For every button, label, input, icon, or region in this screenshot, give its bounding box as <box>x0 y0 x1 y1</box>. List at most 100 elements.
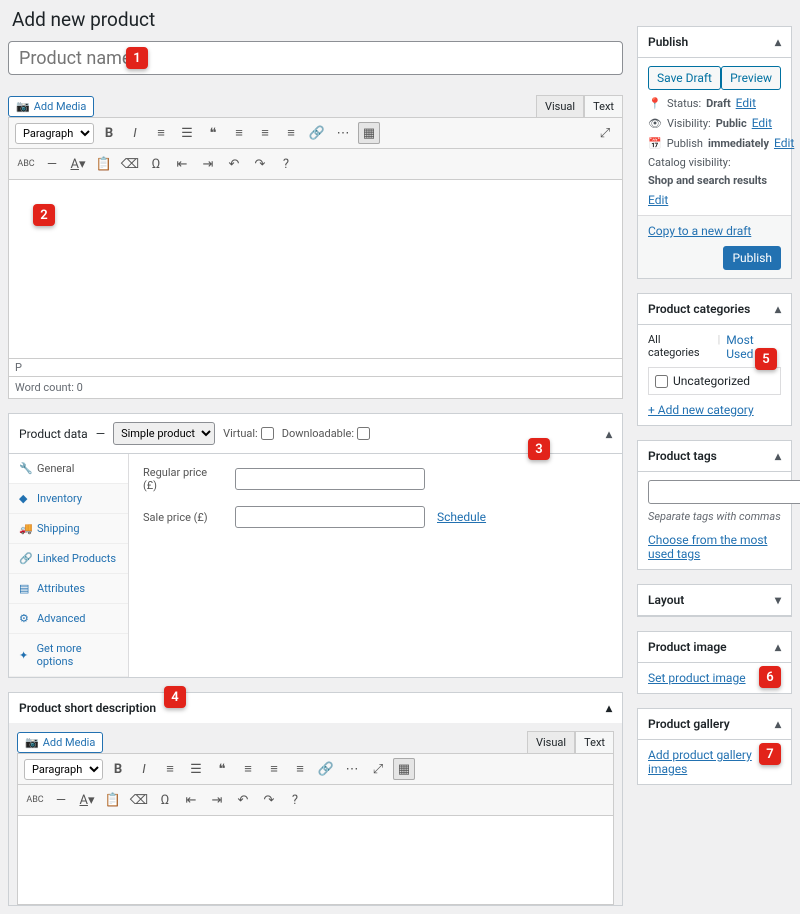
pdata-tab-attributes[interactable]: ▤Attributes <box>9 574 128 604</box>
link-icon[interactable]: 🔗 <box>315 758 337 780</box>
indent-icon[interactable]: ⇥ <box>197 153 219 175</box>
gallery-header[interactable]: Product gallery▴ <box>638 709 791 740</box>
pdata-tab-shipping[interactable]: 🚚Shipping <box>9 514 128 544</box>
pdata-tab-general[interactable]: 🔧General <box>9 454 128 484</box>
fullscreen-icon[interactable]: ⤢ <box>367 758 389 780</box>
textcolor-icon[interactable]: A▾ <box>76 789 98 811</box>
tab-text[interactable]: Text <box>584 95 623 117</box>
redo-icon[interactable]: ↷ <box>258 789 280 811</box>
bullet-list-icon[interactable]: ≡ <box>159 758 181 780</box>
pdata-tab-advanced[interactable]: ⚙Advanced <box>9 604 128 634</box>
downloadable-checkbox[interactable]: Downloadable: <box>282 427 370 440</box>
redo-icon[interactable]: ↷ <box>249 153 271 175</box>
edit-status-link[interactable]: Edit <box>736 96 756 110</box>
copy-draft-link[interactable]: Copy to a new draft <box>648 224 751 238</box>
align-center-icon[interactable]: ≡ <box>263 758 285 780</box>
schedule-link[interactable]: Schedule <box>437 510 486 524</box>
clear-format-icon[interactable]: ⌫ <box>128 789 150 811</box>
undo-icon[interactable]: ↶ <box>223 153 245 175</box>
tag-input[interactable] <box>648 480 800 504</box>
regular-price-input[interactable] <box>235 468 425 490</box>
save-draft-button[interactable]: Save Draft <box>648 66 721 90</box>
edit-catalog-link[interactable]: Edit <box>648 193 668 207</box>
categories-header[interactable]: Product categories▴ <box>638 294 791 325</box>
add-media-button[interactable]: 📷 Add Media <box>8 96 94 117</box>
number-list-icon[interactable]: ☰ <box>185 758 207 780</box>
italic-icon[interactable]: I <box>133 758 155 780</box>
bold-icon[interactable]: B <box>107 758 129 780</box>
number-list-icon[interactable]: ☰ <box>176 122 198 144</box>
cat-tab-all[interactable]: All categories <box>648 333 712 361</box>
help-icon[interactable]: ? <box>284 789 306 811</box>
virtual-checkbox[interactable]: Virtual: <box>223 427 274 440</box>
pdata-tab-linked[interactable]: 🔗Linked Products <box>9 544 128 574</box>
bullet-list-icon[interactable]: ≡ <box>150 122 172 144</box>
product-type-select[interactable]: Simple product <box>113 422 215 445</box>
product-image-header[interactable]: Product image▴ <box>638 632 791 663</box>
collapse-icon[interactable]: ▴ <box>775 302 781 316</box>
collapse-icon[interactable]: ▴ <box>606 427 612 441</box>
pdata-tab-inventory[interactable]: ◆Inventory <box>9 484 128 514</box>
preview-button[interactable]: Preview <box>721 66 781 90</box>
publish-button[interactable]: Publish <box>723 246 781 270</box>
paste-icon[interactable]: 📋 <box>102 789 124 811</box>
bold-icon[interactable]: B <box>98 122 120 144</box>
edit-visibility-link[interactable]: Edit <box>752 116 772 130</box>
short-desc-header[interactable]: Product short description ▴ <box>8 692 623 723</box>
align-left-icon[interactable]: ≡ <box>228 122 250 144</box>
toggle-toolbar-icon[interactable]: ▦ <box>358 122 380 144</box>
paste-icon[interactable]: 📋 <box>93 153 115 175</box>
align-center-icon[interactable]: ≡ <box>254 122 276 144</box>
collapse-icon[interactable]: ▴ <box>606 701 612 715</box>
strike-icon[interactable]: ABC <box>24 789 46 811</box>
strike-icon[interactable]: ABC <box>15 153 37 175</box>
special-char-icon[interactable]: Ω <box>154 789 176 811</box>
expand-icon[interactable]: ▾ <box>775 593 781 607</box>
tab-text-short[interactable]: Text <box>575 731 614 753</box>
set-product-image-link[interactable]: Set product image <box>648 671 746 685</box>
clear-format-icon[interactable]: ⌫ <box>119 153 141 175</box>
toggle-toolbar-icon[interactable]: ▦ <box>393 758 415 780</box>
add-gallery-images-link[interactable]: Add product gallery images <box>648 748 752 776</box>
textcolor-icon[interactable]: A▾ <box>67 153 89 175</box>
hr-icon[interactable]: — <box>50 789 72 811</box>
sale-price-input[interactable] <box>235 506 425 528</box>
align-left-icon[interactable]: ≡ <box>237 758 259 780</box>
outdent-icon[interactable]: ⇤ <box>171 153 193 175</box>
layout-header[interactable]: Layout▾ <box>638 585 791 616</box>
more-icon[interactable]: ⋯ <box>341 758 363 780</box>
short-desc-editor[interactable] <box>17 815 614 905</box>
edit-date-link[interactable]: Edit <box>774 136 794 150</box>
format-select[interactable]: Paragraph <box>15 123 94 144</box>
indent-icon[interactable]: ⇥ <box>206 789 228 811</box>
choose-tags-link[interactable]: Choose from the most used tags <box>648 533 767 561</box>
italic-icon[interactable]: I <box>124 122 146 144</box>
hr-icon[interactable]: — <box>41 153 63 175</box>
category-uncategorized[interactable]: Uncategorized <box>655 374 774 388</box>
publish-header[interactable]: Publish▴ <box>638 27 791 58</box>
content-editor[interactable]: 2 <box>8 179 623 359</box>
undo-icon[interactable]: ↶ <box>232 789 254 811</box>
cat-tab-most-used[interactable]: Most Used <box>726 333 781 361</box>
add-media-button-short[interactable]: 📷 Add Media <box>17 732 103 753</box>
collapse-icon[interactable]: ▴ <box>775 717 781 731</box>
tags-header[interactable]: Product tags▴ <box>638 441 791 472</box>
format-select-short[interactable]: Paragraph <box>24 759 103 780</box>
tab-visual[interactable]: Visual <box>536 95 584 117</box>
fullscreen-icon[interactable]: ⤢ <box>594 122 616 144</box>
product-data-header[interactable]: Product data — Simple product Virtual: D… <box>9 414 622 454</box>
product-name-input[interactable] <box>8 41 623 75</box>
help-icon[interactable]: ? <box>275 153 297 175</box>
link-icon[interactable]: 🔗 <box>306 122 328 144</box>
special-char-icon[interactable]: Ω <box>145 153 167 175</box>
collapse-icon[interactable]: ▴ <box>775 35 781 49</box>
more-icon[interactable]: ⋯ <box>332 122 354 144</box>
outdent-icon[interactable]: ⇤ <box>180 789 202 811</box>
collapse-icon[interactable]: ▴ <box>775 449 781 463</box>
tab-visual-short[interactable]: Visual <box>527 731 575 753</box>
align-right-icon[interactable]: ≡ <box>289 758 311 780</box>
pdata-tab-more[interactable]: ✦Get more options <box>9 634 128 677</box>
quote-icon[interactable]: ❝ <box>202 122 224 144</box>
align-right-icon[interactable]: ≡ <box>280 122 302 144</box>
add-new-category-link[interactable]: + Add new category <box>648 403 754 417</box>
